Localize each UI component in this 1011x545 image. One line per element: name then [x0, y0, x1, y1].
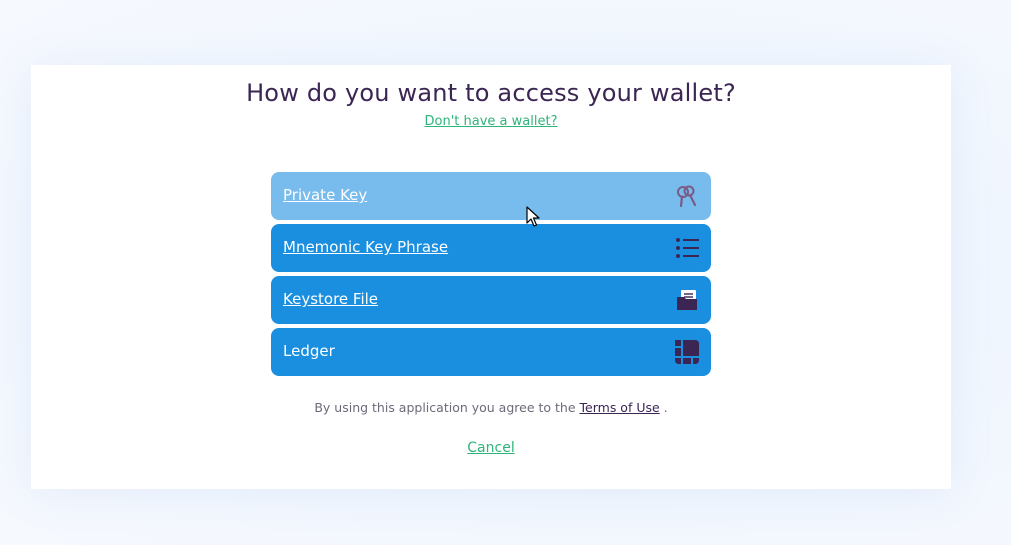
- ledger-icon: [675, 340, 699, 364]
- terms-prefix: By using this application you agree to t…: [314, 400, 576, 415]
- keystore-file-label: Keystore File: [283, 290, 379, 308]
- mnemonic-phrase-label: Mnemonic Key Phrase: [283, 238, 449, 256]
- cancel-row: Cancel: [31, 440, 951, 456]
- terms-notice: By using this application you agree to t…: [31, 400, 951, 415]
- dialog-title: How do you want to access your wallet?: [246, 79, 736, 107]
- no-wallet-link[interactable]: Don't have a wallet?: [425, 114, 558, 129]
- access-options: Private Key Mnemonic Key Phrase Keystore…: [271, 172, 711, 380]
- terms-of-use-link[interactable]: Terms of Use: [580, 400, 660, 415]
- ledger-label: Ledger: [283, 342, 335, 360]
- keystore-file-option[interactable]: Keystore File: [271, 276, 711, 324]
- private-key-label: Private Key: [283, 186, 368, 204]
- folder-icon: [677, 290, 697, 310]
- ledger-option[interactable]: Ledger: [271, 328, 711, 376]
- wallet-access-dialog: How do you want to access your wallet? D…: [31, 65, 951, 489]
- keys-icon: [677, 185, 697, 208]
- private-key-option[interactable]: Private Key: [271, 172, 711, 220]
- no-wallet-row: Don't have a wallet?: [31, 114, 951, 129]
- terms-suffix: .: [663, 400, 668, 415]
- list-icon: [676, 238, 699, 258]
- cancel-link[interactable]: Cancel: [467, 440, 514, 456]
- mnemonic-phrase-option[interactable]: Mnemonic Key Phrase: [271, 224, 711, 272]
